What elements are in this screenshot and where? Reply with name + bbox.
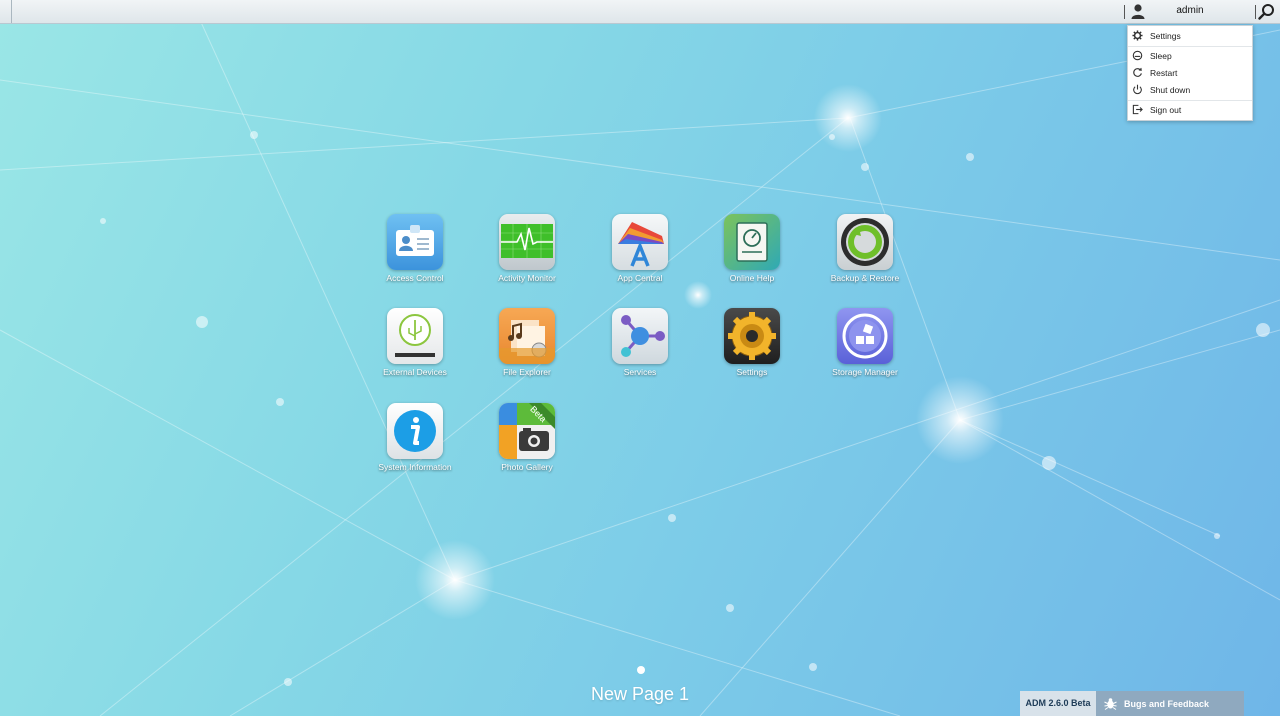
help-book-icon [724, 214, 780, 270]
sign-out-icon [1132, 104, 1143, 115]
menu-item-restart[interactable]: Restart [1128, 65, 1252, 82]
heartbeat-monitor-icon [499, 214, 555, 270]
usb-icon [387, 308, 443, 364]
app-photo-gallery[interactable]: Beta Photo Gallery [472, 403, 582, 493]
photo-gallery-icon: Beta [499, 403, 555, 459]
divider [1255, 5, 1256, 19]
version-label: ADM 2.6.0 Beta [1020, 691, 1096, 716]
search-icon[interactable] [1258, 3, 1275, 20]
app-storage-manager[interactable]: Storage Manager [810, 308, 920, 398]
user-account-button[interactable]: admin [1124, 2, 1256, 21]
menu-item-sign-out[interactable]: Sign out [1128, 102, 1252, 119]
username: admin [1176, 5, 1204, 16]
top-bar: admin [0, 0, 1280, 24]
divider [11, 0, 12, 23]
gear-icon [1132, 30, 1143, 41]
file-explorer-icon [499, 308, 555, 364]
sleep-icon [1132, 50, 1143, 61]
app-activity-monitor[interactable]: Activity Monitor [472, 214, 582, 304]
app-system-information[interactable]: System Information [360, 403, 470, 493]
app-file-explorer[interactable]: File Explorer [472, 308, 582, 398]
app-external-devices[interactable]: External Devices [360, 308, 470, 398]
power-icon [1133, 84, 1142, 95]
storage-icon [837, 308, 893, 364]
info-icon [387, 403, 443, 459]
page-title: New Page 1 [590, 684, 690, 704]
divider [1124, 5, 1125, 19]
services-icon [612, 308, 668, 364]
menu-item-shut-down[interactable]: Shut down [1128, 82, 1252, 99]
menu-item-sleep[interactable]: Sleep [1128, 48, 1252, 65]
backup-icon [837, 214, 893, 270]
app-access-control[interactable]: Access Control [360, 214, 470, 304]
user-icon [1131, 4, 1145, 19]
app-central-icon [612, 214, 668, 270]
app-online-help[interactable]: Online Help [697, 214, 807, 304]
app-settings[interactable]: Settings [697, 308, 807, 398]
app-services[interactable]: Services [585, 308, 695, 398]
bugs-and-feedback-button[interactable]: Bugs and Feedback [1096, 691, 1244, 716]
app-app-central[interactable]: App Central [585, 214, 695, 304]
restart-icon [1133, 67, 1142, 77]
divider [1128, 100, 1252, 101]
footer-bar: ADM 2.6.0 Beta Bugs and Feedback [1020, 691, 1244, 716]
user-dropdown-menu: Settings Sleep Restart Shut down Sign ou… [1127, 25, 1253, 121]
settings-gear-icon [724, 308, 780, 364]
bug-icon [1104, 698, 1117, 710]
page-indicator-dot[interactable] [637, 666, 645, 674]
app-backup-restore[interactable]: Backup & Restore [810, 214, 920, 304]
id-card-icon [387, 214, 443, 270]
menu-item-settings[interactable]: Settings [1128, 28, 1252, 45]
divider [1128, 46, 1252, 47]
